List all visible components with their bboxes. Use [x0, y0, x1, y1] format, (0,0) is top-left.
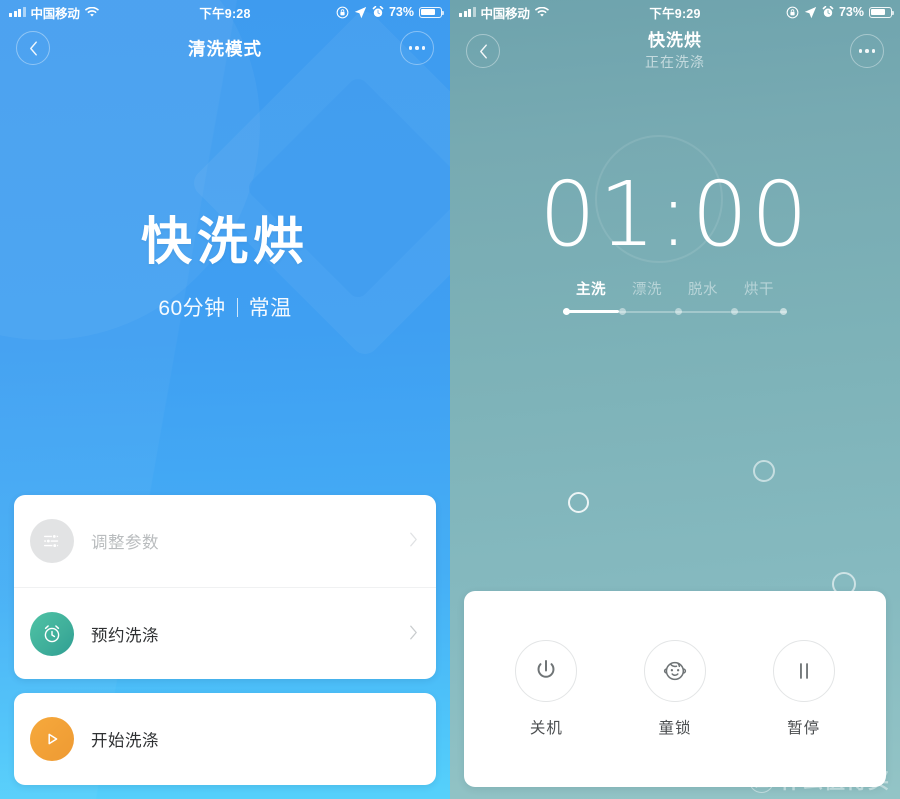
row-adjust-parameters[interactable]: 调整参数 — [14, 495, 436, 587]
row-label-start-wash: 开始洗涤 — [91, 732, 159, 750]
play-glyph — [48, 733, 58, 745]
back-button[interactable] — [466, 34, 500, 68]
battery-icon — [419, 6, 445, 18]
nav-title-wrap: 清洗模式 — [0, 36, 450, 61]
stage-tabs: 主洗 漂洗 脱水 烘干 — [450, 278, 900, 315]
action-cards: 调整参数 预约洗涤 开始洗涤 — [14, 495, 436, 785]
phone-screen-wash-mode: 中国移动 下午9:28 73% 清洗模式 快洗烘 60分钟 常温 调整参数 预约… — [0, 0, 450, 799]
control-power-off[interactable]: 关机 — [515, 640, 578, 738]
settings-card: 调整参数 预约洗涤 — [14, 495, 436, 679]
battery-percent-label: 73% — [388, 5, 414, 19]
nav-bar: 清洗模式 — [0, 24, 450, 72]
play-icon — [30, 717, 74, 761]
more-dots-icon — [858, 49, 876, 53]
control-pause[interactable]: 暂停 — [772, 640, 835, 738]
control-label: 童锁 — [658, 720, 692, 737]
row-label-schedule-wash: 预约洗涤 — [91, 626, 159, 645]
page-title: 快洗烘 — [648, 31, 702, 50]
chevron-right-icon — [409, 531, 418, 551]
row-label-adjust-parameters: 调整参数 — [91, 534, 159, 552]
location-arrow-icon — [354, 6, 367, 18]
program-name: 快洗烘 — [140, 213, 309, 270]
alarm-clock-glyph — [44, 624, 60, 642]
row-start-wash[interactable]: 开始洗涤 — [14, 693, 436, 785]
alarm-clock-icon — [30, 611, 74, 656]
stage-label: 烘干 — [744, 282, 774, 298]
nav-right — [850, 34, 884, 68]
row-schedule-wash[interactable]: 预约洗涤 — [14, 587, 436, 679]
stage-label: 漂洗 — [632, 282, 662, 298]
alarm-clock-icon — [822, 6, 834, 17]
status-bar: 中国移动 下午9:29 73% — [450, 0, 900, 24]
page-title: 清洗模式 — [188, 38, 262, 59]
nav-right — [400, 31, 434, 65]
control-child-lock[interactable]: 童锁 — [643, 640, 706, 738]
stage-spin[interactable]: 脱水 — [675, 278, 731, 315]
bubble-icon — [753, 460, 775, 482]
rotation-lock-icon — [786, 6, 799, 18]
program-hero: 快洗烘 60分钟 常温 — [0, 200, 450, 322]
status-bar-right: 73% — [786, 5, 895, 19]
page-subtitle: 正在洗涤 — [645, 54, 705, 70]
pause-glyph — [799, 663, 808, 679]
alarm-clock-icon — [372, 6, 384, 17]
sliders-icon — [30, 519, 74, 563]
program-duration: 60分钟 — [158, 297, 226, 320]
screenshot-root: 中国移动 下午9:28 73% 清洗模式 快洗烘 60分钟 常温 调整参数 预约… — [0, 0, 900, 799]
meta-divider — [236, 297, 238, 317]
stage-main-wash[interactable]: 主洗 — [563, 278, 619, 315]
watermark-badge: 值 — [749, 767, 774, 793]
stage-label: 脱水 — [688, 282, 718, 298]
power-icon — [515, 640, 578, 702]
stage-track — [675, 308, 731, 315]
chevron-right-icon — [409, 624, 418, 644]
remaining-time: 01:00 — [539, 162, 811, 266]
battery-percent-label: 73% — [838, 5, 864, 19]
start-card: 开始洗涤 — [14, 693, 436, 785]
program-temperature: 常温 — [248, 297, 292, 320]
chevron-left-icon — [29, 40, 37, 56]
watermark: 值 什么值得买 — [749, 765, 890, 795]
phone-screen-washing-progress: 中国移动 下午9:29 73% 快洗烘 正在洗涤 01:00 主洗 漂洗 脱水 … — [450, 0, 900, 799]
battery-icon — [869, 6, 895, 18]
location-arrow-icon — [804, 6, 817, 18]
pause-icon — [772, 640, 835, 702]
rotation-lock-icon — [336, 6, 349, 18]
stage-track — [731, 308, 787, 315]
stage-label: 主洗 — [576, 282, 606, 298]
back-button[interactable] — [16, 31, 50, 65]
sliders-glyph — [43, 533, 59, 549]
status-bar-right: 73% — [336, 5, 445, 19]
bubble-icon — [568, 492, 589, 513]
chevron-left-icon — [479, 43, 487, 59]
stage-track — [619, 308, 675, 315]
progress-section: 01:00 主洗 漂洗 脱水 烘干 — [450, 166, 900, 315]
stage-track — [563, 308, 619, 315]
nav-bar: 快洗烘 正在洗涤 — [450, 24, 900, 78]
more-dots-icon — [408, 46, 426, 50]
power-glyph — [537, 659, 555, 678]
stage-dry[interactable]: 烘干 — [731, 278, 787, 315]
child-lock-glyph — [663, 661, 687, 681]
program-meta: 60分钟 常温 — [0, 292, 450, 322]
nav-title-wrap: 快洗烘 正在洗涤 — [450, 30, 900, 72]
more-button[interactable] — [850, 34, 884, 68]
watermark-text: 什么值得买 — [780, 770, 890, 793]
more-button[interactable] — [400, 31, 434, 65]
child-lock-icon — [643, 640, 706, 702]
stage-rinse[interactable]: 漂洗 — [619, 278, 675, 315]
status-bar: 中国移动 下午9:28 73% — [0, 0, 450, 24]
control-panel-card: 关机 童锁 暂停 — [464, 591, 886, 787]
control-label: 关机 — [529, 720, 563, 737]
control-label: 暂停 — [787, 720, 821, 737]
